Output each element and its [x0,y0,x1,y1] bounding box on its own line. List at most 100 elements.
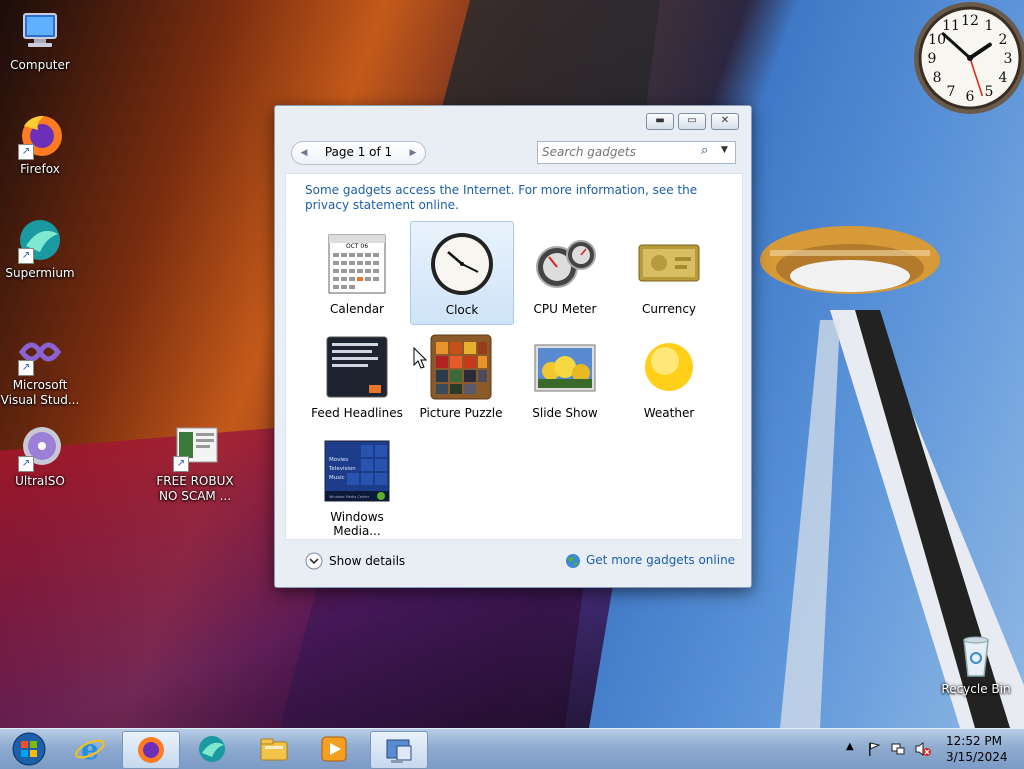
gadget-calendar[interactable]: OCT 06 Calendar [306,221,408,323]
desktop-icon-label: Recycle Bin [941,682,1011,696]
file-explorer-icon [260,738,288,761]
close-button[interactable]: ✕ [711,113,739,130]
clock-number: 11 [942,18,960,34]
taskbar-supermium[interactable] [184,731,240,767]
clock-number: 6 [966,89,975,105]
media-menu-music: Music [329,475,345,481]
desktop-icon-label: Microsoft Visual Stud... [0,378,80,407]
gadget-name: Picture Puzzle [419,406,503,420]
shortcut-arrow-icon: ↗ [18,248,34,264]
taskbar-internet-explorer[interactable]: e [62,731,118,767]
desktop-icon-firefox[interactable]: ↗ Firefox [0,112,80,177]
get-more-gadgets-label: Get more gadgets online [586,553,736,567]
chevron-down-icon [305,552,323,570]
ultraiso-icon: ↗ [16,424,64,472]
firefox-icon: ↗ [16,112,64,160]
desktop-icon-free-robux[interactable]: ↗ FREE ROBUX NO SCAM ... [155,424,235,504]
globe-icon [566,554,580,568]
clock-date: 3/15/2024 [946,750,1008,764]
media-menu-television: Television [328,466,356,472]
volume-muted-icon[interactable] [914,741,932,757]
clock-gadget[interactable]: 12 1 2 3 4 5 6 7 8 9 10 11 [908,0,1024,118]
network-icon[interactable] [890,741,906,757]
start-button[interactable] [2,731,56,767]
gadget-slide-show[interactable]: Slide Show [514,325,616,427]
action-center-flag-icon[interactable] [866,741,882,757]
recycle-bin-icon [952,632,1000,680]
weather-sun-icon [645,343,693,391]
calendar-icon: OCT 06 [328,234,386,294]
clock-icon [431,233,493,295]
search-dropdown-icon[interactable]: ▼ [721,145,728,155]
desktop-icon-supermium[interactable]: ↗ Supermium [0,216,80,281]
taskbar-gadgets[interactable] [370,731,428,769]
media-player-icon [321,736,347,762]
svg-text:e: e [81,733,99,765]
media-menu-movies: Movies [329,457,348,463]
gadget-gallery: Some gadgets access the Internet. For mo… [285,173,743,540]
cpu-meter-icon [536,240,596,288]
gadget-name: Currency [641,302,697,316]
taskbar-media-player[interactable] [306,731,362,767]
shortcut-arrow-icon: ↗ [18,456,34,472]
gadget-name: Weather [643,406,695,420]
clock-number: 4 [998,70,1007,86]
supermium-icon [199,736,225,762]
next-page-button[interactable]: ▶ [403,143,423,163]
supermium-icon: ↗ [16,216,64,264]
search-input[interactable] [542,144,692,160]
page-label: Page 1 of 1 [324,145,393,159]
gadget-cpu-meter[interactable]: CPU Meter [514,221,616,323]
mouse-cursor-icon [413,347,427,369]
picture-puzzle-icon [430,334,492,400]
desktop-icon-label: FREE ROBUX NO SCAM ... [156,474,234,503]
desktop-icon-label: Computer [10,58,70,72]
gadgets-window: ▬ ▭ ✕ ◀ Page 1 of 1 ▶ ⌕ ▼ Some gadgets a… [274,105,752,588]
gadget-picture-puzzle[interactable]: Picture Puzzle [410,325,512,427]
clock-number: 5 [985,84,994,100]
gadget-name: Clock [445,303,479,317]
gadget-name: Windows Media... [330,510,384,538]
clock-number: 1 [985,18,994,34]
gadget-name: Feed Headlines [311,406,403,420]
minimize-button[interactable]: ▬ [646,113,674,130]
taskbar-clock[interactable]: 12:52 PM 3/15/2024 [946,733,1008,765]
show-hidden-icons-icon[interactable]: ▲ [846,741,854,752]
windows-media-center-icon: Movies Television Music Windows Media Ce… [324,440,390,502]
gadget-windows-media-center[interactable]: Movies Television Music Windows Media Ce… [306,429,408,538]
shortcut-arrow-icon: ↗ [18,360,34,376]
start-orb-icon [12,732,46,766]
clock-face: 12 1234567891011 [914,2,1024,114]
feed-headlines-icon [326,336,388,398]
media-footer-label: Windows Media Center [329,495,370,499]
slide-show-icon [534,344,596,392]
shortcut-arrow-icon: ↗ [18,144,34,160]
clock-number: 12 [961,13,979,29]
gadget-clock[interactable]: Clock [410,221,514,325]
clock-number: 9 [928,51,937,67]
desktop-icon-label: Supermium [5,266,75,280]
desktop-icon-visual-studio[interactable]: ↗ Microsoft Visual Stud... [0,328,80,408]
page-navigator: ◀ Page 1 of 1 ▶ [291,141,426,165]
gadget-weather[interactable]: Weather [618,325,720,427]
taskbar-file-explorer[interactable] [246,731,302,767]
currency-icon [638,244,700,282]
privacy-notice-link[interactable]: Some gadgets access the Internet. For mo… [305,183,715,213]
taskbar: e ▲ [0,728,1024,769]
gadget-currency[interactable]: Currency [618,221,720,323]
gadget-name: CPU Meter [533,302,597,316]
previous-page-button[interactable]: ◀ [294,143,314,163]
desktop-icon-computer[interactable]: Computer [0,8,80,73]
document-icon: ↗ [171,424,219,472]
gadget-name: Calendar [330,302,384,316]
desktop-icon-ultraiso[interactable]: ↗ UltraISO [0,424,80,489]
taskbar-firefox[interactable] [122,731,180,769]
firefox-icon [138,737,164,763]
maximize-button[interactable]: ▭ [678,113,706,130]
clock-number: 2 [998,32,1007,48]
clock-time: 12:52 PM [946,734,1002,748]
internet-explorer-icon: e [75,733,105,765]
gadget-feed-headlines[interactable]: Feed Headlines [306,325,408,427]
desktop-icon-recycle-bin[interactable]: Recycle Bin [936,632,1016,697]
search-icon[interactable]: ⌕ [701,143,708,158]
